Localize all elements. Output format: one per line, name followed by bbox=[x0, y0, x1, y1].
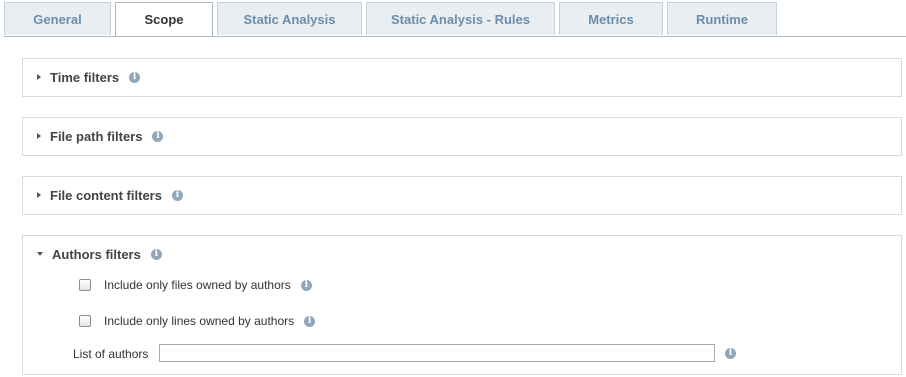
lines-owned-checkbox[interactable] bbox=[79, 315, 91, 327]
info-icon[interactable]: i bbox=[725, 348, 736, 359]
info-icon[interactable]: i bbox=[150, 248, 162, 260]
authors-filters-panel: Authors filters i Include only files own… bbox=[22, 235, 902, 375]
time-filters-title: Time filters bbox=[50, 69, 120, 85]
lines-owned-label: Include only lines owned by authors bbox=[104, 314, 295, 328]
files-owned-option: Include only files owned by authors i bbox=[79, 278, 312, 292]
tab-static-analysis[interactable]: Static Analysis bbox=[217, 2, 362, 35]
tab-scope[interactable]: Scope bbox=[115, 2, 213, 36]
collapse-caret-icon bbox=[37, 252, 43, 256]
authors-filters-header[interactable]: Authors filters i bbox=[23, 236, 162, 272]
info-icon[interactable]: i bbox=[300, 279, 312, 291]
tab-runtime[interactable]: Runtime bbox=[667, 2, 777, 35]
lines-owned-option: Include only lines owned by authors i bbox=[79, 314, 316, 328]
files-owned-checkbox[interactable] bbox=[79, 279, 91, 291]
file-path-filters-panel: File path filters i bbox=[22, 117, 902, 156]
info-icon[interactable]: i bbox=[129, 71, 141, 83]
tab-general[interactable]: General bbox=[4, 2, 111, 35]
list-of-authors-input[interactable] bbox=[159, 344, 715, 362]
file-content-filters-panel: File content filters i bbox=[22, 176, 902, 215]
tab-static-analysis-rules[interactable]: Static Analysis - Rules bbox=[366, 2, 555, 35]
expand-caret-icon bbox=[37, 74, 41, 80]
info-icon[interactable]: i bbox=[152, 130, 164, 142]
time-filters-header[interactable]: Time filters i bbox=[23, 59, 141, 95]
info-icon[interactable]: i bbox=[304, 315, 316, 327]
file-content-filters-title: File content filters bbox=[50, 187, 162, 203]
expand-caret-icon bbox=[37, 133, 41, 139]
expand-caret-icon bbox=[37, 192, 41, 198]
file-path-filters-title: File path filters bbox=[50, 128, 143, 144]
time-filters-panel: Time filters i bbox=[22, 58, 902, 97]
list-of-authors-label: List of authors bbox=[73, 347, 149, 361]
file-path-filters-header[interactable]: File path filters i bbox=[23, 118, 164, 154]
info-icon[interactable]: i bbox=[171, 189, 183, 201]
files-owned-label: Include only files owned by authors bbox=[104, 278, 291, 292]
file-content-filters-header[interactable]: File content filters i bbox=[23, 177, 183, 213]
authors-filters-title: Authors filters bbox=[52, 246, 141, 262]
tab-metrics[interactable]: Metrics bbox=[559, 2, 663, 35]
tab-bar: General Scope Static Analysis Static Ana… bbox=[4, 0, 906, 37]
